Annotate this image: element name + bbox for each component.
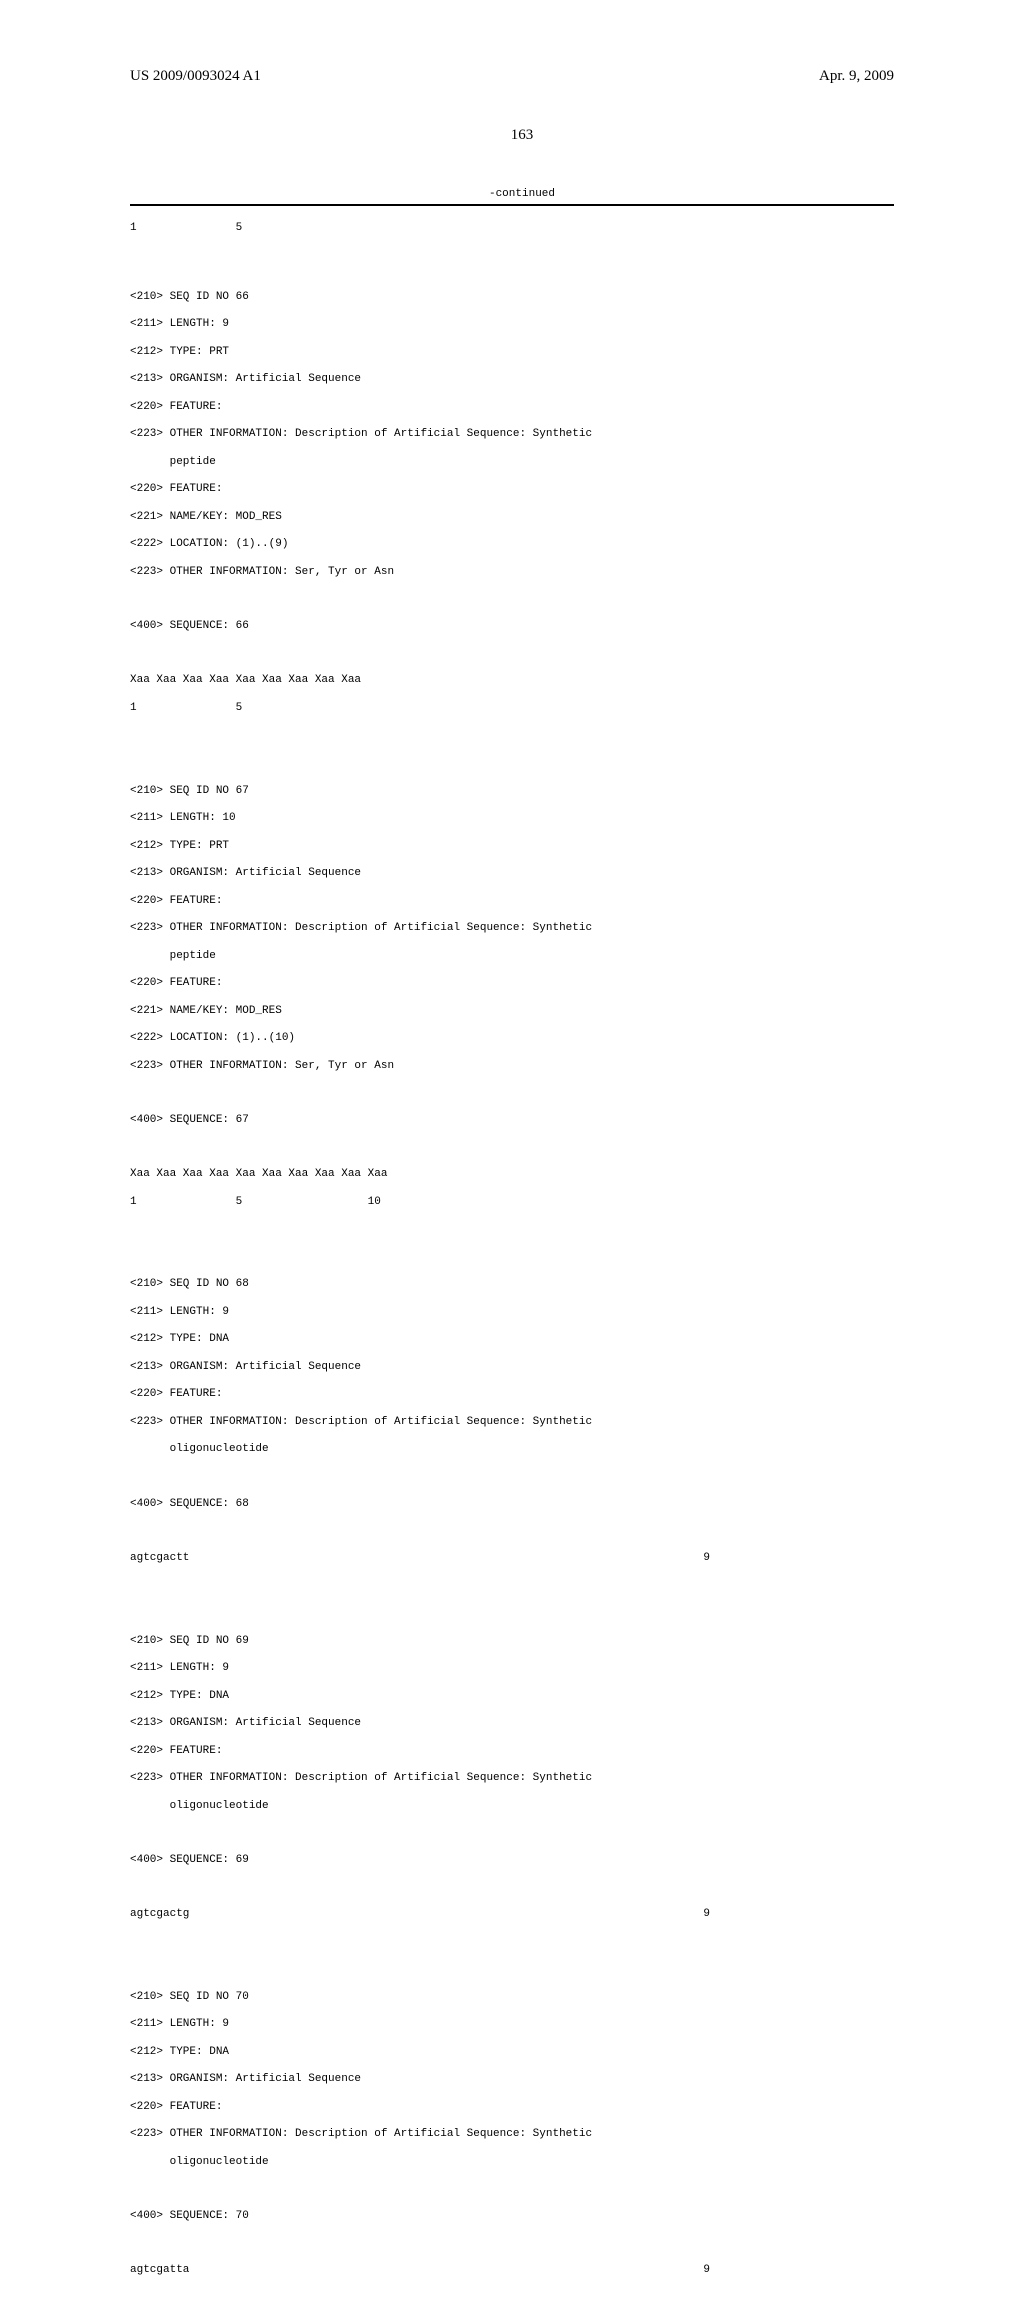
seq-entry-70: <210> SEQ ID NO 70 <211> LENGTH: 9 <212>… xyxy=(130,1977,1024,2292)
page-number: 163 xyxy=(0,127,1024,144)
sequence-text: agtcgactg xyxy=(130,1908,630,1922)
seq-tag: <223> OTHER INFORMATION: Description of … xyxy=(130,922,1024,936)
seq-tag: <223> OTHER INFORMATION: Description of … xyxy=(130,428,1024,442)
seq-tag: <223> OTHER INFORMATION: Ser, Tyr or Asn xyxy=(130,1060,1024,1074)
sequence-line: agtcgactg9 xyxy=(130,1908,1024,1922)
sequence-line: agtcgatta9 xyxy=(130,2264,1024,2278)
seq-tag: <400> SEQUENCE: 68 xyxy=(130,1498,1024,1512)
seq-tag: <212> TYPE: PRT xyxy=(130,840,1024,854)
residual-position-line: 1 5 xyxy=(130,222,1024,236)
seq-tag: oligonucleotide xyxy=(130,2156,1024,2170)
publication-date: Apr. 9, 2009 xyxy=(819,68,934,85)
sequence-length: 9 xyxy=(630,2264,710,2278)
seq-entry-66: <210> SEQ ID NO 66 <211> LENGTH: 9 <212>… xyxy=(130,277,1024,729)
seq-tag: <223> OTHER INFORMATION: Description of … xyxy=(130,1416,1024,1430)
seq-tag: peptide xyxy=(130,950,1024,964)
seq-tag: <213> ORGANISM: Artificial Sequence xyxy=(130,1361,1024,1375)
seq-entry-69: <210> SEQ ID NO 69 <211> LENGTH: 9 <212>… xyxy=(130,1621,1024,1936)
seq-tag: <212> TYPE: DNA xyxy=(130,1333,1024,1347)
seq-tag: <210> SEQ ID NO 68 xyxy=(130,1278,1024,1292)
seq-tag: peptide xyxy=(130,456,1024,470)
seq-tag: <213> ORGANISM: Artificial Sequence xyxy=(130,1717,1024,1731)
seq-tag: <210> SEQ ID NO 69 xyxy=(130,1635,1024,1649)
seq-tag: <400> SEQUENCE: 70 xyxy=(130,2210,1024,2224)
seq-tag: <211> LENGTH: 10 xyxy=(130,812,1024,826)
seq-tag: <212> TYPE: DNA xyxy=(130,2046,1024,2060)
seq-tag: <220> FEATURE: xyxy=(130,2101,1024,2115)
sequence-length: 9 xyxy=(630,1552,710,1566)
seq-tag: oligonucleotide xyxy=(130,1800,1024,1814)
seq-tag: <221> NAME/KEY: MOD_RES xyxy=(130,511,1024,525)
sequence-text: agtcgactt xyxy=(130,1552,630,1566)
sequence-text: agtcgatta xyxy=(130,2264,630,2278)
seq-tag: <223> OTHER INFORMATION: Description of … xyxy=(130,1772,1024,1786)
sequence-line: agtcgactt9 xyxy=(130,1552,1024,1566)
seq-tag: <211> LENGTH: 9 xyxy=(130,318,1024,332)
seq-tag: <211> LENGTH: 9 xyxy=(130,1662,1024,1676)
seq-tag: <400> SEQUENCE: 69 xyxy=(130,1854,1024,1868)
seq-tag: <220> FEATURE: xyxy=(130,1388,1024,1402)
seq-tag: <222> LOCATION: (1)..(9) xyxy=(130,538,1024,552)
sequence-listing: 1 5 <210> SEQ ID NO 66 <211> LENGTH: 9 <… xyxy=(0,206,1024,2319)
seq-tag: <220> FEATURE: xyxy=(130,1745,1024,1759)
seq-tag: <213> ORGANISM: Artificial Sequence xyxy=(130,867,1024,881)
publication-number: US 2009/0093024 A1 xyxy=(130,68,261,85)
sequence-line: Xaa Xaa Xaa Xaa Xaa Xaa Xaa Xaa Xaa xyxy=(130,674,1024,688)
seq-tag: oligonucleotide xyxy=(130,1443,1024,1457)
position-line: 1 5 xyxy=(130,702,1024,716)
sequence-line: Xaa Xaa Xaa Xaa Xaa Xaa Xaa Xaa Xaa Xaa xyxy=(130,1168,1024,1182)
seq-tag: <213> ORGANISM: Artificial Sequence xyxy=(130,373,1024,387)
seq-tag: <211> LENGTH: 9 xyxy=(130,2018,1024,2032)
seq-entry-68: <210> SEQ ID NO 68 <211> LENGTH: 9 <212>… xyxy=(130,1265,1024,1580)
seq-tag: <221> NAME/KEY: MOD_RES xyxy=(130,1005,1024,1019)
seq-tag: <210> SEQ ID NO 70 xyxy=(130,1991,1024,2005)
sequence-length: 9 xyxy=(630,1908,710,1922)
seq-tag: <210> SEQ ID NO 67 xyxy=(130,785,1024,799)
seq-tag: <400> SEQUENCE: 66 xyxy=(130,620,1024,634)
seq-tag: <223> OTHER INFORMATION: Description of … xyxy=(130,2128,1024,2142)
seq-tag: <211> LENGTH: 9 xyxy=(130,1306,1024,1320)
continued-label: -continued xyxy=(0,188,1024,200)
seq-tag: <220> FEATURE: xyxy=(130,895,1024,909)
seq-tag: <220> FEATURE: xyxy=(130,483,1024,497)
seq-entry-67: <210> SEQ ID NO 67 <211> LENGTH: 10 <212… xyxy=(130,771,1024,1223)
position-line: 1 5 10 xyxy=(130,1196,1024,1210)
seq-tag: <400> SEQUENCE: 67 xyxy=(130,1114,1024,1128)
seq-tag: <213> ORGANISM: Artificial Sequence xyxy=(130,2073,1024,2087)
seq-tag: <212> TYPE: DNA xyxy=(130,1690,1024,1704)
seq-tag: <222> LOCATION: (1)..(10) xyxy=(130,1032,1024,1046)
seq-tag: <223> OTHER INFORMATION: Ser, Tyr or Asn xyxy=(130,566,1024,580)
seq-tag: <220> FEATURE: xyxy=(130,977,1024,991)
seq-tag: <220> FEATURE: xyxy=(130,401,1024,415)
page-header: US 2009/0093024 A1 Apr. 9, 2009 xyxy=(0,0,1024,85)
seq-tag: <212> TYPE: PRT xyxy=(130,346,1024,360)
seq-tag: <210> SEQ ID NO 66 xyxy=(130,291,1024,305)
